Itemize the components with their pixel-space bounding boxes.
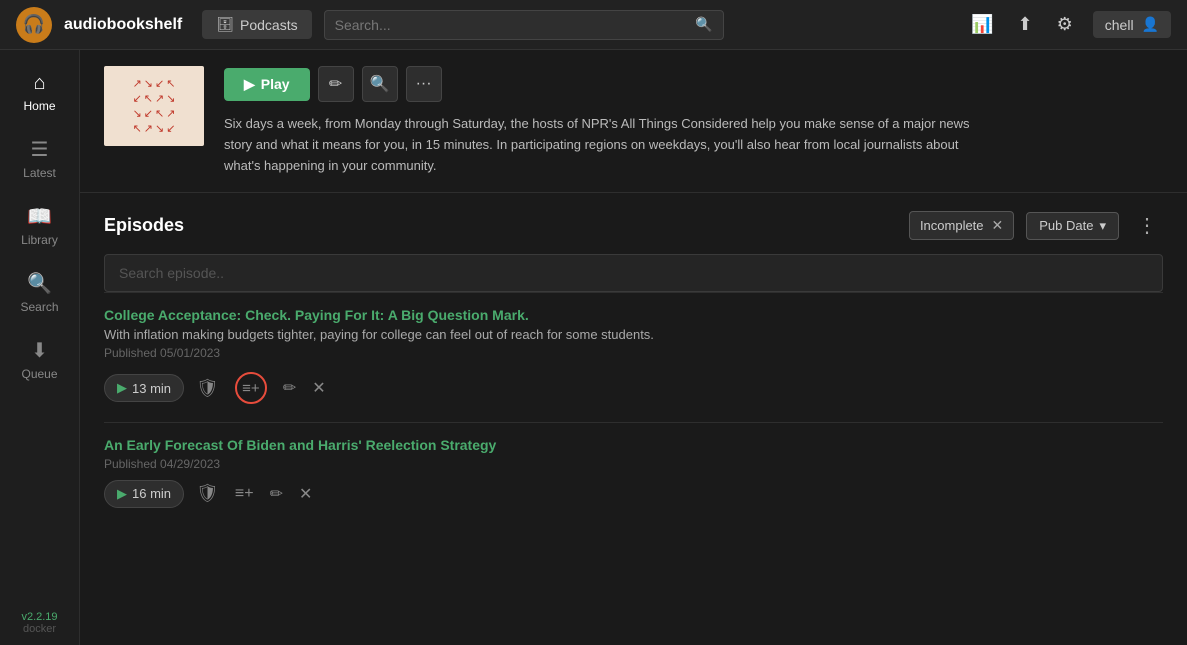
username-label: chell bbox=[1105, 17, 1134, 33]
vertical-dots-icon: ⋮ bbox=[1137, 215, 1157, 237]
sort-label: Pub Date bbox=[1039, 218, 1093, 233]
sidebar-label-latest: Latest bbox=[23, 166, 56, 180]
episode-add-to-queue-icon[interactable]: ≡+ bbox=[231, 481, 258, 507]
database-icon: 🗄 bbox=[216, 16, 234, 33]
filter-label: Incomplete bbox=[920, 218, 984, 233]
episode-item: College Acceptance: Check. Paying For It… bbox=[104, 292, 1163, 422]
episodes-title: Episodes bbox=[104, 215, 184, 236]
chevron-down-icon: ▾ bbox=[1099, 218, 1106, 234]
sidebar-label-home: Home bbox=[23, 99, 55, 113]
settings-icon-button[interactable]: ⚙ bbox=[1053, 10, 1077, 39]
episode-published-date: Published 04/29/2023 bbox=[104, 457, 1163, 471]
sidebar-label-search: Search bbox=[20, 300, 58, 314]
pencil-icon: ✏ bbox=[283, 378, 296, 398]
episode-edit-icon[interactable]: ✏ bbox=[266, 480, 287, 508]
episode-description: With inflation making budgets tighter, p… bbox=[104, 327, 1163, 342]
ep-play-icon: ▶ bbox=[117, 380, 127, 396]
episode-title: College Acceptance: Check. Paying For It… bbox=[104, 307, 1163, 323]
edit-button[interactable]: ✏ bbox=[318, 66, 354, 102]
queue-add-icon: ≡+ bbox=[235, 485, 254, 503]
episode-actions: ▶ 13 min 🛡 ≡+ ✏ ✕ bbox=[104, 368, 1163, 408]
podcasts-nav-button[interactable]: 🗄 Podcasts bbox=[202, 10, 311, 39]
library-icon: 📖 bbox=[27, 204, 52, 229]
sidebar-version: v2.2.19 docker bbox=[21, 611, 57, 645]
podcast-info: ▶ Play ✏ 🔍 ··· Six days a week, from Mon… bbox=[224, 66, 1163, 176]
podcast-header: ↗ ↘ ↙ ↖ ↙ ↖ ↗ ↘ ↘ ↙ ↖ ↗ ↖ ↗ ↘ ↙ bbox=[80, 50, 1187, 193]
global-search-input[interactable] bbox=[335, 11, 690, 39]
episode-remove-icon[interactable]: ✕ bbox=[295, 480, 316, 508]
search-sidebar-icon: 🔍 bbox=[27, 271, 52, 296]
episodes-header: Episodes Incomplete ✕ Pub Date ▾ ⋮ bbox=[104, 209, 1163, 242]
user-profile-button[interactable]: chell 👤 bbox=[1093, 11, 1171, 38]
episode-play-button[interactable]: ▶ 16 min bbox=[104, 480, 184, 508]
episode-search-input[interactable] bbox=[104, 254, 1163, 292]
episode-published-date: Published 05/01/2023 bbox=[104, 346, 1163, 360]
app-title: audiobookshelf bbox=[64, 16, 182, 34]
play-triangle-icon: ▶ bbox=[244, 76, 255, 93]
more-button[interactable]: ··· bbox=[406, 66, 442, 102]
stats-icon-button[interactable]: 📊 bbox=[967, 10, 997, 39]
env-label: docker bbox=[23, 623, 56, 635]
queue-icon: ⬇ bbox=[31, 338, 48, 363]
sort-dropdown[interactable]: Pub Date ▾ bbox=[1026, 212, 1119, 240]
find-button[interactable]: 🔍 bbox=[362, 66, 398, 102]
podcast-action-row: ▶ Play ✏ 🔍 ··· bbox=[224, 66, 1163, 102]
main-layout: ⌂ Home ☰ Latest 📖 Library 🔍 Search ⬇ Que… bbox=[0, 50, 1187, 645]
sidebar-item-queue[interactable]: ⬇ Queue bbox=[0, 326, 79, 393]
highlight-ring: ≡+ bbox=[235, 372, 267, 404]
home-icon: ⌂ bbox=[33, 72, 45, 95]
episode-add-to-queue-icon[interactable]: ≡+ bbox=[231, 368, 271, 408]
play-button[interactable]: ▶ Play bbox=[224, 68, 310, 101]
episodes-more-button[interactable]: ⋮ bbox=[1131, 209, 1163, 242]
global-search-bar: 🔍 bbox=[324, 10, 724, 40]
podcast-description: Six days a week, from Monday through Sat… bbox=[224, 114, 984, 176]
sidebar: ⌂ Home ☰ Latest 📖 Library 🔍 Search ⬇ Que… bbox=[0, 50, 80, 645]
filter-close-icon[interactable]: ✕ bbox=[992, 217, 1004, 234]
ep-play-icon: ▶ bbox=[117, 486, 127, 502]
shield-check-icon: 🛡 bbox=[196, 483, 219, 504]
top-nav: 🎧 audiobookshelf 🗄 Podcasts 🔍 📊 ⬆ ⚙ chel… bbox=[0, 0, 1187, 50]
version-link[interactable]: v2.2.19 bbox=[21, 611, 57, 623]
pencil-icon: ✏ bbox=[270, 484, 283, 504]
sidebar-item-latest[interactable]: ☰ Latest bbox=[0, 125, 79, 192]
episodes-section: Episodes Incomplete ✕ Pub Date ▾ ⋮ Colle… bbox=[80, 193, 1187, 538]
sidebar-label-library: Library bbox=[21, 233, 58, 247]
sidebar-label-queue: Queue bbox=[21, 367, 57, 381]
sidebar-item-library[interactable]: 📖 Library bbox=[0, 192, 79, 259]
episode-title: An Early Forecast Of Biden and Harris' R… bbox=[104, 437, 1163, 453]
episode-actions: ▶ 16 min 🛡 ≡+ ✏ ✕ bbox=[104, 479, 1163, 508]
ep-duration: 16 min bbox=[132, 486, 171, 501]
sidebar-item-home[interactable]: ⌂ Home bbox=[0, 60, 79, 125]
close-icon: ✕ bbox=[299, 484, 312, 504]
episode-remove-icon[interactable]: ✕ bbox=[308, 374, 329, 402]
close-icon: ✕ bbox=[312, 378, 325, 398]
queue-add-icon: ≡+ bbox=[242, 380, 260, 397]
logo-icon: 🎧 bbox=[23, 14, 45, 35]
filter-incomplete-chip[interactable]: Incomplete ✕ bbox=[909, 211, 1014, 240]
main-content: ↗ ↘ ↙ ↖ ↙ ↖ ↗ ↘ ↘ ↙ ↖ ↗ ↖ ↗ ↘ ↙ bbox=[80, 50, 1187, 645]
app-logo: 🎧 bbox=[16, 7, 52, 43]
search-icon: 🔍 bbox=[695, 16, 712, 33]
episode-edit-icon[interactable]: ✏ bbox=[279, 374, 300, 402]
shield-check-icon: 🛡 bbox=[196, 378, 219, 399]
top-right-actions: 📊 ⬆ ⚙ chell 👤 bbox=[967, 10, 1171, 39]
episode-mark-done-icon[interactable]: 🛡 bbox=[192, 374, 223, 403]
sidebar-item-search[interactable]: 🔍 Search bbox=[0, 259, 79, 326]
user-avatar-icon: 👤 bbox=[1142, 16, 1159, 33]
episode-play-button[interactable]: ▶ 13 min bbox=[104, 374, 184, 402]
podcast-cover-art: ↗ ↘ ↙ ↖ ↙ ↖ ↗ ↘ ↘ ↙ ↖ ↗ ↖ ↗ ↘ ↙ bbox=[104, 66, 204, 146]
episode-mark-done-icon[interactable]: 🛡 bbox=[192, 479, 223, 508]
episode-item: An Early Forecast Of Biden and Harris' R… bbox=[104, 422, 1163, 522]
upload-icon-button[interactable]: ⬆ bbox=[1014, 10, 1037, 39]
ep-duration: 13 min bbox=[132, 381, 171, 396]
latest-icon: ☰ bbox=[31, 137, 49, 162]
